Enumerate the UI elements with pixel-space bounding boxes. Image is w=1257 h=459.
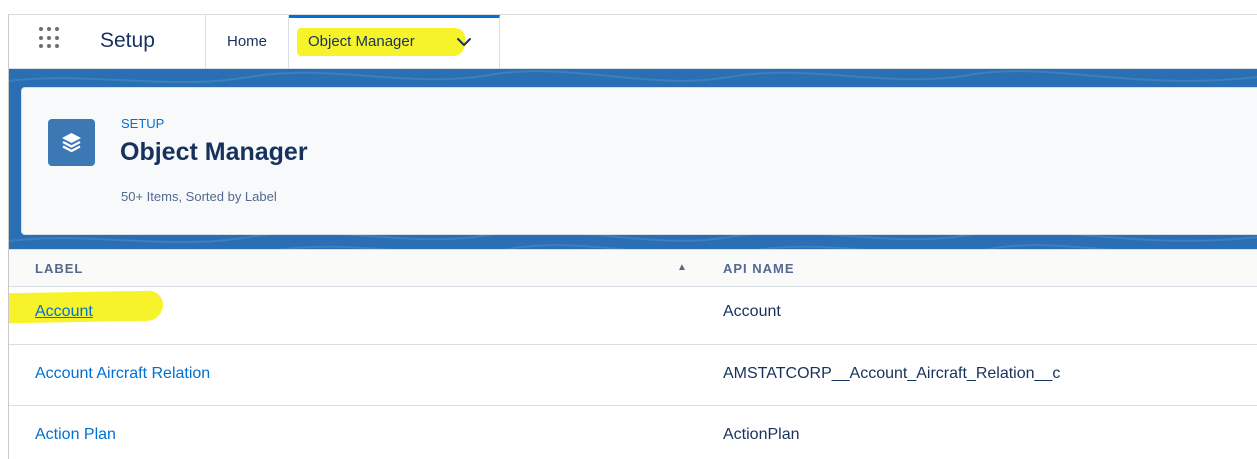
- app-name: Setup: [100, 29, 155, 52]
- breadcrumb: SETUP: [121, 116, 165, 131]
- object-label-link[interactable]: Account Aircraft Relation: [35, 365, 210, 383]
- object-api-name: ActionPlan: [723, 426, 800, 443]
- objects-table: LABEL ▲ API NAME Account Account Account…: [9, 249, 1257, 459]
- table-row: Action Plan ActionPlan: [9, 406, 1257, 459]
- object-label-link[interactable]: Action Plan: [35, 426, 116, 444]
- item-count-subtitle: 50+ Items, Sorted by Label: [121, 189, 277, 204]
- object-label-link[interactable]: Account: [35, 303, 93, 321]
- column-header-label[interactable]: LABEL: [35, 261, 83, 276]
- column-header-api-name[interactable]: API NAME: [723, 261, 795, 276]
- layers-stack-icon: [48, 119, 95, 166]
- top-navigation: Setup Home Object Manager: [9, 15, 1257, 69]
- tab-home[interactable]: Home: [205, 15, 289, 68]
- object-api-name: Account: [723, 303, 781, 320]
- tab-object-manager[interactable]: Object Manager: [289, 15, 500, 68]
- object-api-name: AMSTATCORP__Account_Aircraft_Relation__c: [723, 365, 1061, 382]
- setup-window: Setup Home Object Manager SETUP Object M…: [8, 14, 1257, 459]
- sort-up-arrow-icon[interactable]: ▲: [677, 262, 687, 273]
- object-manager-header: SETUP Object Manager 50+ Items, Sorted b…: [21, 87, 1257, 235]
- table-header: LABEL ▲ API NAME: [9, 249, 1257, 287]
- chevron-down-icon[interactable]: [455, 33, 473, 51]
- page-title: Object Manager: [120, 138, 308, 166]
- tab-home-label: Home: [226, 33, 267, 50]
- app-launcher-icon[interactable]: [39, 27, 61, 49]
- table-row: Account Account: [9, 286, 1257, 345]
- table-row: Account Aircraft Relation AMSTATCORP__Ac…: [9, 345, 1257, 406]
- tab-object-manager-label: Object Manager: [308, 33, 415, 50]
